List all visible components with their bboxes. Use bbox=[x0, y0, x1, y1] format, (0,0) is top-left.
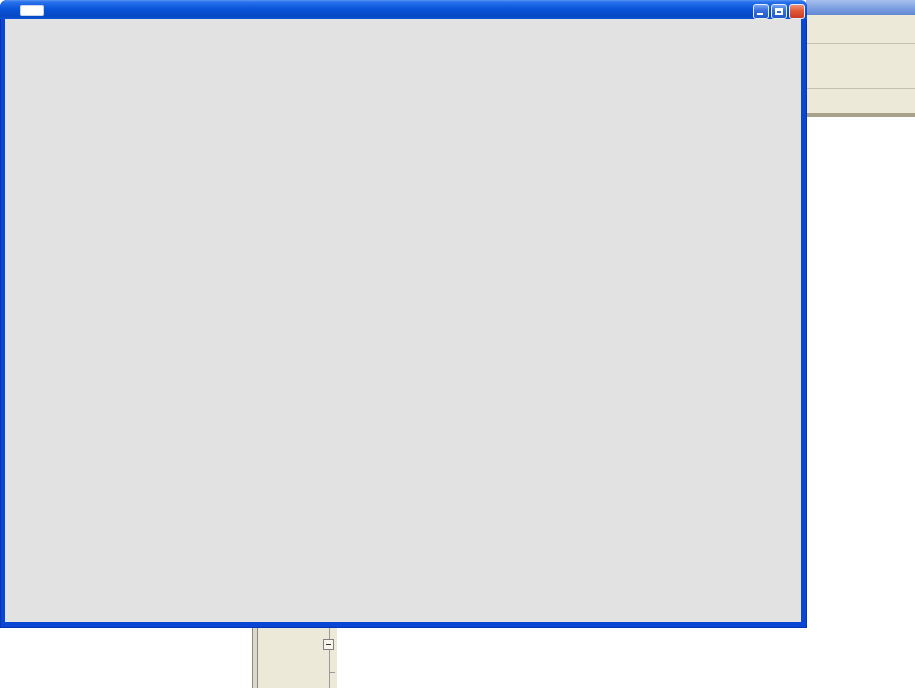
maximize-icon bbox=[775, 8, 783, 15]
close-button[interactable] bbox=[789, 4, 805, 19]
ide-left-panel bbox=[0, 628, 252, 688]
close-icon bbox=[790, 5, 804, 18]
fold-margin-line bbox=[329, 628, 330, 688]
minimize-button[interactable] bbox=[753, 4, 769, 19]
screen: { "window": { "title": "Vegetation simul… bbox=[0, 0, 915, 688]
vegetation-simulation-window bbox=[0, 0, 807, 628]
fold-tick bbox=[329, 672, 335, 673]
minimize-icon bbox=[757, 13, 763, 15]
minus-icon bbox=[326, 644, 331, 645]
fold-collapse-button[interactable] bbox=[323, 639, 334, 650]
toolbar-divider bbox=[806, 43, 915, 44]
simulation-client-area bbox=[5, 19, 801, 622]
simulation-viewport[interactable] bbox=[5, 19, 801, 622]
window-titlebar[interactable] bbox=[0, 0, 807, 19]
ide-editor-right-strip[interactable] bbox=[806, 117, 915, 688]
ide-titlebar[interactable] bbox=[806, 0, 915, 15]
app-icon[interactable] bbox=[20, 5, 44, 16]
code-editor-area[interactable] bbox=[337, 628, 915, 688]
editor-gutter[interactable] bbox=[258, 628, 337, 688]
ide-toolbar bbox=[806, 15, 915, 113]
toolbar-divider bbox=[806, 88, 915, 89]
maximize-button[interactable] bbox=[771, 4, 787, 19]
